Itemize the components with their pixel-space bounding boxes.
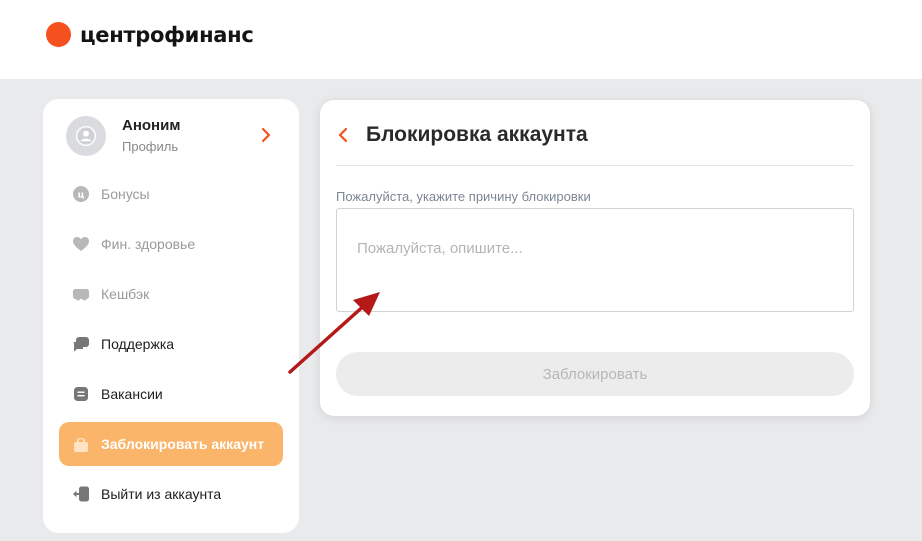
back-button[interactable]	[336, 120, 356, 150]
sidebar-item-label: Заблокировать аккаунт	[101, 436, 265, 452]
chat-icon	[72, 335, 90, 353]
sidebar-item-support[interactable]: Поддержка	[59, 322, 283, 366]
sidebar-item-vacancies[interactable]: Вакансии	[59, 372, 283, 416]
avatar	[66, 116, 106, 156]
block-account-card: Блокировка аккаунта Пожалуйста, укажите …	[320, 100, 870, 416]
sidebar-item-bonuses[interactable]: ц Бонусы	[59, 172, 283, 216]
logo-text: центрофинанс	[80, 22, 254, 47]
logout-icon	[72, 485, 90, 503]
block-submit-label: Заблокировать	[542, 365, 648, 383]
profile-link[interactable]: Аноним Профиль	[66, 115, 276, 157]
sidebar-item-label: Кешбэк	[101, 286, 150, 302]
reason-field-label: Пожалуйста, укажите причину блокировки	[336, 189, 591, 204]
card-header: Блокировка аккаунта	[336, 120, 854, 166]
sidebar-item-block-account[interactable]: Заблокировать аккаунт	[59, 422, 283, 466]
top-header: центрофинанс	[0, 0, 922, 79]
bonus-icon: ц	[72, 185, 90, 203]
sidebar-item-label: Выйти из аккаунта	[101, 486, 222, 502]
reason-textarea[interactable]: Пожалуйста, опишите...	[336, 208, 854, 312]
block-submit-button[interactable]: Заблокировать	[336, 352, 854, 396]
heart-icon	[72, 235, 90, 253]
user-icon	[76, 126, 96, 146]
cashback-icon	[72, 285, 90, 303]
sidebar-item-fin-health[interactable]: Фин. здоровье	[59, 222, 283, 266]
lock-icon	[72, 435, 90, 453]
sidebar-item-cashback[interactable]: Кешбэк	[59, 272, 283, 316]
svg-text:ц: ц	[78, 191, 85, 201]
sidebar: Аноним Профиль ц Бонусы Фин. здоровье Ке…	[43, 99, 299, 533]
page-title: Блокировка аккаунта	[366, 123, 588, 146]
reason-placeholder: Пожалуйста, опишите...	[357, 240, 523, 257]
briefcase-icon	[72, 385, 90, 403]
sidebar-item-logout[interactable]: Выйти из аккаунта	[59, 472, 283, 516]
sidebar-item-label: Бонусы	[101, 186, 150, 202]
profile-name: Аноним	[122, 116, 181, 134]
chevron-right-icon[interactable]	[258, 125, 274, 145]
sidebar-item-label: Вакансии	[101, 386, 163, 402]
logo[interactable]: центрофинанс	[46, 22, 254, 47]
sidebar-item-label: Поддержка	[101, 336, 175, 352]
logo-dot-icon	[46, 22, 71, 47]
profile-subtitle: Профиль	[122, 138, 179, 154]
sidebar-item-label: Фин. здоровье	[101, 236, 196, 252]
chevron-left-icon	[338, 127, 348, 143]
sidebar-menu: ц Бонусы Фин. здоровье Кешбэк Поддержка	[59, 172, 283, 522]
